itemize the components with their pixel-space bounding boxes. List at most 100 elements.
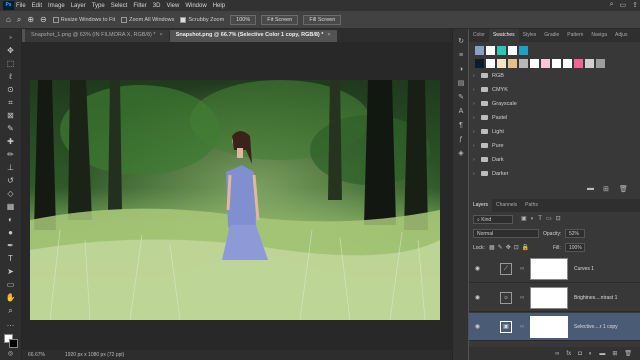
lock-icons[interactable]: ▦✎✥⊡🔒 — [489, 244, 532, 251]
zoom-all-checkbox[interactable] — [121, 16, 128, 23]
swatch[interactable] — [596, 59, 605, 68]
zoom-value-field[interactable]: 100% — [230, 14, 257, 25]
swatch[interactable] — [585, 59, 594, 68]
menu-type[interactable]: Type — [92, 3, 105, 9]
swatch[interactable] — [475, 59, 484, 68]
menu-image[interactable]: Image — [48, 3, 65, 9]
quick-mask-icon[interactable]: ◎ — [4, 349, 17, 360]
fit-screen-button[interactable]: Fit Screen — [261, 14, 299, 25]
fx-icon[interactable]: fx — [566, 351, 571, 357]
lasso-tool-icon[interactable]: ℓ — [4, 71, 17, 82]
folder-rgb[interactable]: › RGB — [473, 69, 504, 82]
layer-row[interactable]: ◉ ⟋ ∞ Curves 1 — [469, 255, 640, 283]
layer-row-selected[interactable]: ◉ ▣ ∞ Selective....r 1 copy — [469, 313, 640, 341]
character-icon[interactable]: A — [456, 107, 466, 117]
swatch[interactable] — [563, 59, 572, 68]
layer-name[interactable]: Brightnes....ntrast 1 — [574, 295, 617, 301]
tab-gradients[interactable]: Gradie — [540, 29, 563, 42]
eraser-tool-icon[interactable]: ◇ — [4, 188, 17, 199]
history-icon[interactable]: ↻ — [456, 37, 466, 47]
swatch[interactable] — [530, 59, 539, 68]
new-layer-icon[interactable]: ⊞ — [612, 350, 617, 357]
folder-darker[interactable]: › Darker — [473, 167, 509, 180]
eye-icon[interactable]: ◉ — [473, 323, 482, 330]
tab-styles[interactable]: Styles — [519, 29, 541, 42]
clone-source-icon[interactable]: ◈ — [456, 149, 466, 159]
close-icon[interactable]: × — [160, 32, 163, 38]
search-icon[interactable]: ⌕ — [610, 1, 614, 9]
quick-select-icon[interactable]: ⊙ — [4, 84, 17, 95]
document-canvas[interactable] — [30, 80, 440, 320]
folder-pure[interactable]: › Pure — [473, 139, 504, 152]
blend-mode-select[interactable]: Normal — [473, 229, 539, 238]
adjustment-layer-icon[interactable]: ◐ — [589, 351, 593, 357]
tab-swatches[interactable]: Swatches — [488, 29, 519, 42]
link-icon[interactable]: ∞ — [520, 266, 526, 272]
folder-light[interactable]: › Light — [473, 125, 504, 138]
workspace-icon[interactable]: ▭ — [620, 1, 627, 9]
move-tool-icon[interactable]: ✥ — [4, 45, 17, 56]
swatch-recent[interactable] — [519, 46, 528, 55]
swatch[interactable] — [508, 59, 517, 68]
background-color[interactable] — [9, 339, 18, 348]
blur-tool-icon[interactable]: ◐ — [4, 214, 17, 225]
link-icon[interactable]: ∞ — [520, 324, 526, 330]
swatch[interactable] — [486, 59, 495, 68]
delete-icon[interactable]: 🗑 — [624, 350, 632, 357]
delete-icon[interactable]: 🗑 — [619, 185, 628, 193]
layer-name[interactable]: Curves 1 — [574, 266, 594, 272]
menu-file[interactable]: File — [16, 3, 26, 9]
folder-cmyk[interactable]: › CMYK — [473, 83, 508, 96]
layer-mask-thumbnail[interactable] — [530, 257, 568, 280]
swatch[interactable] — [574, 59, 583, 68]
swatch-recent[interactable] — [508, 46, 517, 55]
new-group-icon[interactable]: ▬ — [587, 185, 594, 192]
menu-filter[interactable]: Filter — [133, 3, 146, 9]
menu-layer[interactable]: Layer — [71, 3, 86, 9]
new-group-icon[interactable]: ▬ — [599, 351, 605, 357]
menu-select[interactable]: Select — [111, 3, 128, 9]
zoom-level[interactable]: 66.67% — [28, 352, 45, 358]
healing-brush-icon[interactable]: ✚ — [4, 136, 17, 147]
tab-channels[interactable]: Channels — [492, 199, 521, 212]
zoom-out-icon[interactable]: ⊖ — [40, 15, 47, 24]
link-icon[interactable]: ∞ — [520, 295, 526, 301]
swatch-recent[interactable] — [497, 46, 506, 55]
swatch[interactable] — [497, 59, 506, 68]
swatch[interactable] — [541, 59, 550, 68]
swatch[interactable] — [552, 59, 561, 68]
hand-tool-icon[interactable]: ✋ — [4, 292, 17, 303]
menu-3d[interactable]: 3D — [153, 3, 161, 9]
eye-icon[interactable]: ◉ — [473, 294, 482, 301]
layer-name[interactable]: Selective....r 1 copy — [574, 324, 618, 330]
tab-paths[interactable]: Paths — [521, 199, 542, 212]
share-icon[interactable]: ⇪ — [632, 1, 638, 9]
layer-filter-select[interactable]: ⌕ Kind — [473, 215, 513, 224]
zoom-tool-icon[interactable]: ⌕ — [17, 15, 21, 25]
layer-row[interactable]: ◉ ☼ ∞ Brightnes....ntrast 1 — [469, 284, 640, 312]
folder-dark[interactable]: › Dark — [473, 153, 504, 166]
history-brush-icon[interactable]: ↺ — [4, 175, 17, 186]
dodge-tool-icon[interactable]: ● — [4, 227, 17, 238]
brush-settings-icon[interactable]: ✎ — [456, 93, 466, 103]
pen-tool-icon[interactable]: ✒ — [4, 240, 17, 251]
tab-navigator[interactable]: Naviga — [587, 29, 611, 42]
menu-view[interactable]: View — [166, 3, 179, 9]
folder-grayscale[interactable]: › Grayscale — [473, 97, 517, 110]
eye-icon[interactable]: ◉ — [473, 265, 482, 272]
folder-pastel[interactable]: › Pastel — [473, 111, 507, 124]
swatch[interactable] — [519, 59, 528, 68]
glyphs-icon[interactable]: ƒ — [456, 135, 466, 145]
tab-layers[interactable]: Layers — [469, 199, 493, 212]
new-swatch-icon[interactable]: ⊞ — [603, 185, 609, 193]
opacity-field[interactable]: 52% — [565, 229, 585, 238]
resize-windows-checkbox[interactable] — [52, 16, 59, 23]
link-layers-icon[interactable]: ∞ — [555, 351, 559, 357]
filter-icons[interactable]: ▣◐T▭⊡ — [521, 215, 565, 222]
swatch-recent[interactable] — [475, 46, 484, 55]
add-mask-icon[interactable]: ◘ — [578, 351, 582, 357]
scrubby-zoom-checkbox[interactable] — [180, 16, 187, 23]
zoom-tool-sidebar-icon[interactable]: ⌕ — [4, 305, 17, 316]
fill-field[interactable]: 100% — [565, 243, 585, 252]
zoom-in-icon[interactable]: ⊕ — [27, 15, 34, 24]
